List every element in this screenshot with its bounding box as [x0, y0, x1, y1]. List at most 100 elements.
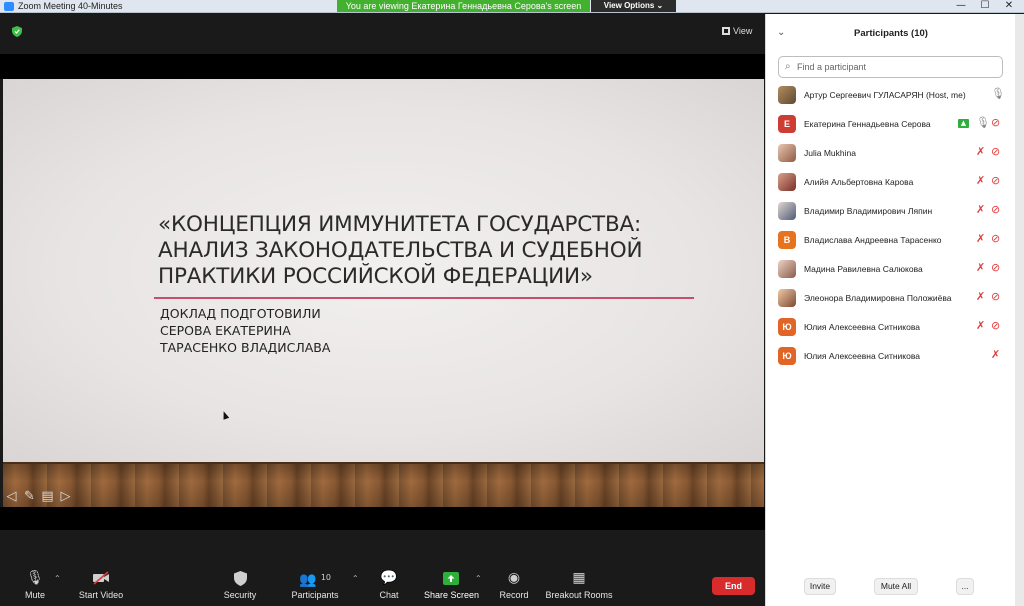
find-participant-box[interactable]: ⌕	[778, 56, 1003, 78]
microphone-muted-icon[interactable]: ✗	[976, 174, 985, 188]
video-off-icon: ⊘	[991, 319, 1001, 332]
zoom-window: Zoom Meeting 40-Minutes You are viewing …	[0, 0, 1024, 606]
view-layout-button[interactable]: View	[722, 26, 752, 36]
avatar	[778, 202, 796, 220]
breakout-rooms-icon: ▦	[572, 570, 586, 586]
participant-row[interactable]: Владимир Владимирович Ляпин ✗ ⊘	[766, 197, 1016, 226]
participants-panel-header: Participants (10) ⌄	[766, 14, 1016, 52]
share-options-caret[interactable]: ⌃	[475, 574, 482, 583]
share-screen-icon	[424, 570, 478, 586]
share-screen-button[interactable]: Share Screen	[424, 570, 479, 600]
avatar	[778, 173, 796, 191]
participant-name: Элеонора Владимировна Положиёва	[804, 293, 952, 303]
participants-panel-title: Participants (10)	[854, 28, 928, 39]
sharing-screen-icon: ▲	[958, 119, 969, 128]
participant-name: Julia Mukhina	[804, 148, 856, 158]
maximize-icon[interactable]: ☐	[974, 0, 996, 12]
slide-show-tools: ◁ ✎ ▤ ▷	[4, 490, 73, 506]
participant-list: Артур Сергеевич ГУЛАСАРЯН (Host, me) 🎙 Е…	[766, 81, 1016, 371]
viewing-screen-banner: You are viewing Екатерина Геннадьевна Се…	[337, 0, 590, 12]
find-participant-input[interactable]	[797, 60, 997, 74]
participant-row[interactable]: Julia Mukhina ✗ ⊘	[766, 139, 1016, 168]
record-button[interactable]: ◉ Record	[497, 570, 531, 600]
participant-name: Мадина Равилевна Салюкова	[804, 264, 923, 274]
participants-panel: Participants (10) ⌄ ⌕ Артур Сергеевич ГУ…	[765, 14, 1015, 606]
participant-name: Артур Сергеевич ГУЛАСАРЯН (Host, me)	[804, 90, 966, 100]
microphone-muted-icon[interactable]: ✗	[976, 261, 985, 275]
microphone-icon: 🎙	[26, 570, 44, 586]
audio-options-caret[interactable]: ⌃	[54, 574, 61, 583]
pen-icon[interactable]: ✎	[22, 490, 37, 504]
more-options-button[interactable]: ...	[956, 578, 974, 595]
search-icon: ⌕	[785, 61, 791, 72]
participants-options-caret[interactable]: ⌃	[352, 574, 359, 583]
mute-button[interactable]: 🎙 Mute	[18, 570, 52, 600]
shared-screen-slide: «КОНЦЕПЦИЯ ИММУНИТЕТА ГОСУДАРСТВА: АНАЛИ…	[3, 79, 764, 462]
previous-slide-icon[interactable]: ◁	[4, 490, 19, 504]
slide-subtitle-line: ТАРАСЕНКО ВЛАДИСЛАВА	[160, 340, 331, 355]
microphone-muted-icon[interactable]: ✗	[976, 145, 985, 159]
participant-name: Алийя Альбертовна Карова	[804, 177, 914, 187]
microphone-muted-icon[interactable]: ✗	[976, 203, 985, 217]
participant-name: Владимир Владимирович Ляпин	[804, 206, 933, 216]
avatar: Е	[778, 115, 796, 133]
invite-button[interactable]: Invite	[804, 578, 836, 595]
collapse-chevron-icon[interactable]: ⌄	[777, 27, 785, 38]
slide-authors: ДОКЛАД ПОДГОТОВИЛИ СЕРОВА ЕКАТЕРИНА ТАРА…	[160, 305, 330, 356]
slide-wood-floor	[3, 462, 764, 507]
participants-button[interactable]: 👥 10 Participants	[288, 570, 342, 600]
participants-count: 10	[320, 573, 332, 582]
start-video-button[interactable]: Start Video	[74, 570, 128, 600]
video-off-icon: ⊘	[991, 174, 1001, 187]
zoom-app-icon	[4, 2, 14, 11]
participant-row[interactable]: Мадина Равилевна Салюкова ✗ ⊘	[766, 255, 1016, 284]
security-button[interactable]: Security	[220, 570, 260, 600]
end-meeting-button[interactable]: End	[712, 577, 755, 595]
view-options-button[interactable]: View Options ⌄	[591, 0, 676, 12]
encryption-shield-icon[interactable]	[12, 26, 22, 37]
video-off-icon	[74, 570, 128, 586]
close-icon[interactable]: ✕	[998, 0, 1020, 12]
participant-name: Екатерина Геннадьевна Серова	[804, 119, 931, 129]
participant-row[interactable]: Элеонора Владимировна Положиёва ✗ ⊘	[766, 284, 1016, 313]
title-bar: Zoom Meeting 40-Minutes You are viewing …	[0, 0, 1024, 13]
avatar	[778, 86, 796, 104]
participant-row[interactable]: Ю Юлия Алексеевна Ситникова ✗ ⊘	[766, 313, 1016, 342]
avatar	[778, 144, 796, 162]
avatar: Ю	[778, 318, 796, 336]
chat-button[interactable]: 💬 Chat	[372, 570, 406, 600]
record-icon: ◉	[507, 570, 521, 586]
microphone-icon[interactable]: 🎙	[976, 116, 990, 130]
avatar	[778, 289, 796, 307]
microphone-muted-icon[interactable]: ✗	[976, 319, 985, 333]
window-title: Zoom Meeting 40-Minutes	[18, 1, 123, 11]
participant-name: Юлия Алексеевна Ситникова	[804, 351, 920, 361]
avatar: Ю	[778, 347, 796, 365]
slides-menu-icon[interactable]: ▤	[40, 490, 55, 504]
mute-all-button[interactable]: Mute All	[874, 578, 918, 595]
participant-row[interactable]: Алийя Альбертовна Карова ✗ ⊘	[766, 168, 1016, 197]
microphone-muted-icon[interactable]: ✗	[976, 232, 985, 246]
panel-scrollbar[interactable]	[1015, 14, 1024, 606]
participants-panel-footer: Invite Mute All ...	[766, 574, 1016, 606]
participant-row[interactable]: Е Екатерина Геннадьевна Серова ▲ 🎙 ⊘	[766, 110, 1016, 139]
letterbox-top	[0, 54, 765, 79]
participant-row[interactable]: Ю Юлия Алексеевна Ситникова ✗	[766, 342, 1016, 371]
security-shield-icon	[220, 570, 260, 586]
next-slide-icon[interactable]: ▷	[58, 490, 73, 504]
participant-row[interactable]: В Владислава Андреевна Тарасенко ✗ ⊘	[766, 226, 1016, 255]
participants-icon: 👥 10	[298, 572, 332, 588]
microphone-muted-icon[interactable]: ✗	[976, 290, 985, 304]
video-off-icon: ⊘	[991, 116, 1001, 129]
minimize-icon[interactable]: —	[950, 0, 972, 12]
chat-icon: 💬	[380, 570, 398, 586]
microphone-icon[interactable]: 🎙	[991, 87, 1005, 101]
participant-name: Юлия Алексеевна Ситникова	[804, 322, 920, 332]
video-off-icon: ⊘	[991, 290, 1001, 303]
letterbox-bottom	[0, 507, 765, 530]
microphone-muted-icon[interactable]: ✗	[991, 348, 1000, 362]
breakout-rooms-button[interactable]: ▦ Breakout Rooms	[545, 570, 613, 600]
video-off-icon: ⊘	[991, 261, 1001, 274]
participant-row[interactable]: Артур Сергеевич ГУЛАСАРЯН (Host, me) 🎙	[766, 81, 1016, 110]
video-header: View	[0, 14, 765, 54]
